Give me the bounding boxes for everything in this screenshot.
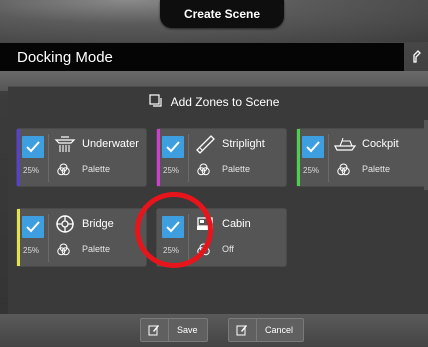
zone-name: Striplight (222, 138, 265, 150)
card-divider (48, 214, 49, 262)
zone-level: 25% (303, 166, 320, 175)
zone-name: Bridge (82, 218, 114, 230)
highlight-circle (135, 192, 213, 268)
helm-wheel-icon (53, 213, 77, 235)
edit-name-icon[interactable] (410, 43, 428, 71)
scrollbar[interactable] (424, 120, 428, 190)
zone-mode: Palette (82, 244, 111, 254)
palette-icon (56, 162, 70, 176)
button-divider (256, 318, 257, 342)
card-divider (188, 134, 189, 182)
bottom-bar (0, 314, 428, 347)
zone-card-striplight[interactable]: 25% Striplight Palette (157, 129, 286, 186)
add-zones-title: Add Zones to Scene (170, 95, 280, 109)
zone-name: Underwater (82, 138, 139, 150)
edit-icon (148, 324, 160, 336)
zone-checkbox[interactable] (302, 136, 324, 158)
zone-color-stripe (17, 209, 20, 266)
cancel-button[interactable]: Cancel (228, 318, 304, 342)
underwater-light-icon (53, 133, 77, 155)
zone-mode: Palette (82, 164, 111, 174)
zone-checkbox[interactable] (22, 136, 44, 158)
edit-icon (236, 324, 248, 336)
boat-icon (333, 133, 357, 155)
zone-checkbox[interactable] (162, 136, 184, 158)
card-divider (328, 134, 329, 182)
zone-card-bridge[interactable]: 25% Bridge Palette (17, 209, 146, 266)
zone-mode: Palette (362, 164, 391, 174)
zone-name: Cabin (222, 218, 251, 230)
zone-card-cockpit[interactable]: 25% Cockpit Palette (297, 129, 426, 186)
palette-icon (196, 162, 210, 176)
save-button[interactable]: Save (140, 318, 208, 342)
zone-color-stripe (297, 129, 300, 186)
cancel-label: Cancel (265, 325, 294, 335)
zone-checkbox[interactable] (22, 216, 44, 238)
palette-icon (56, 242, 70, 256)
save-label: Save (177, 325, 198, 335)
page-title: Create Scene (160, 0, 284, 28)
zone-color-stripe (157, 129, 160, 186)
scene-name-field[interactable]: Docking Mode (0, 43, 404, 71)
zone-mode: Off (222, 244, 234, 254)
card-divider (48, 134, 49, 182)
zone-card-underwater[interactable]: 25% Underwater Palette (17, 129, 146, 186)
zone-level: 25% (23, 166, 40, 175)
add-zones-header: Add Zones to Scene (0, 90, 428, 114)
palette-icon (336, 162, 350, 176)
zone-name: Cockpit (362, 138, 399, 150)
scene-name-text: Docking Mode (17, 48, 113, 66)
zone-level: 25% (23, 246, 40, 255)
zones-panel (8, 86, 428, 314)
button-divider (168, 318, 169, 342)
zone-level: 25% (163, 166, 180, 175)
striplight-icon (193, 133, 217, 155)
zone-mode: Palette (222, 164, 251, 174)
zone-color-stripe (17, 129, 20, 186)
add-zones-icon (149, 93, 163, 111)
